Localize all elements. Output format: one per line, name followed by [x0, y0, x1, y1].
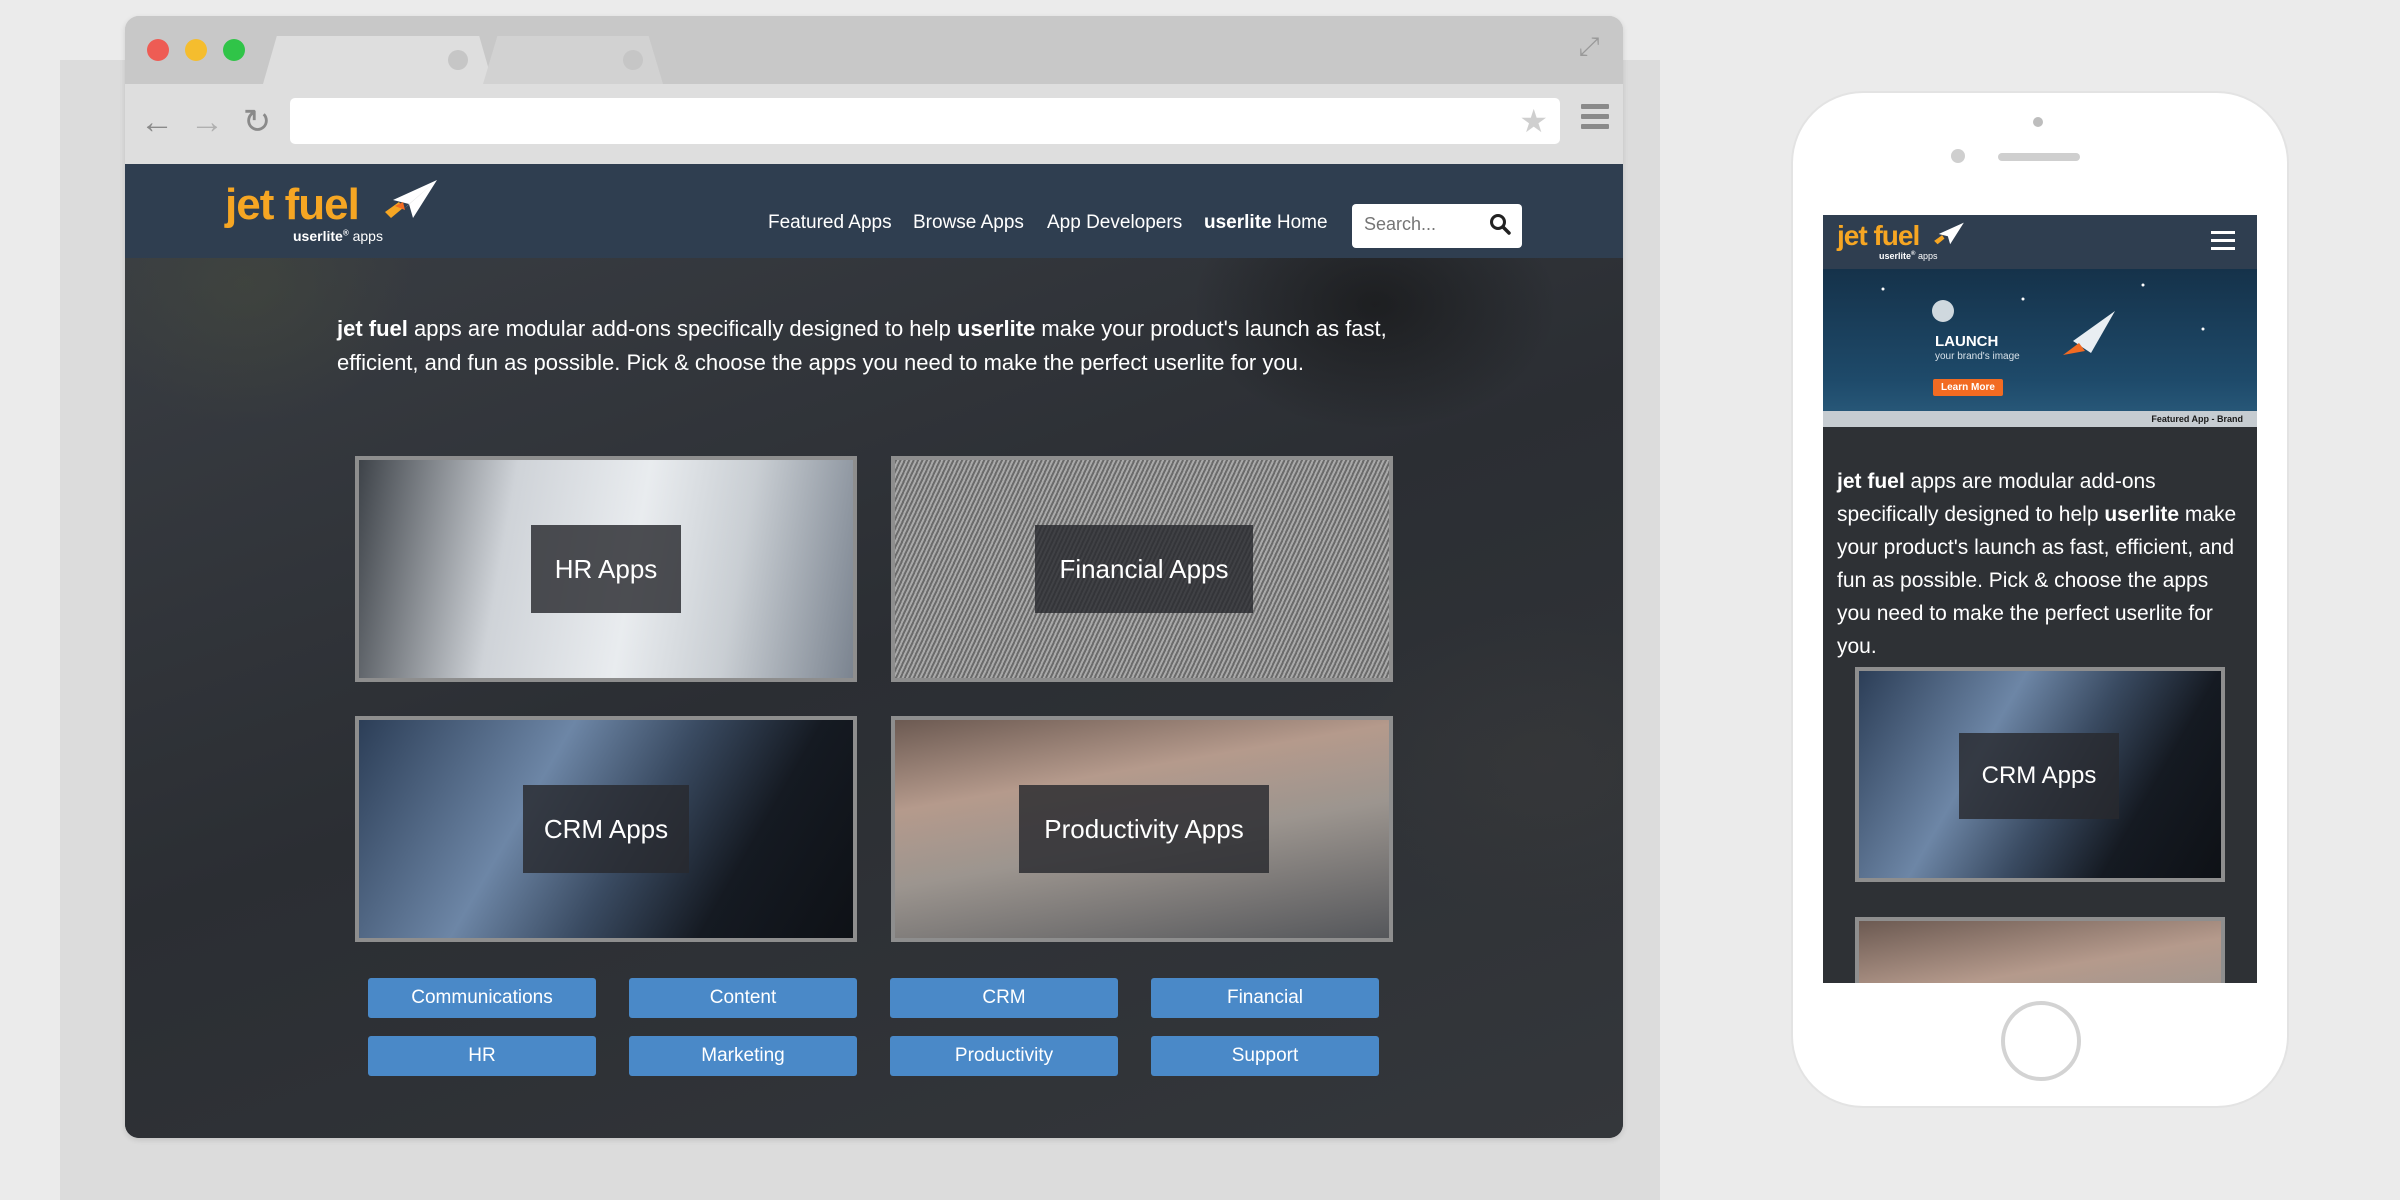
phone-screen: jet fuel userlite® apps LAUNCH your bran… — [1823, 215, 2257, 983]
productivity-apps-card[interactable]: Productivity Apps — [891, 716, 1393, 942]
financial-apps-card[interactable]: Financial Apps — [891, 456, 1393, 682]
mobile-crm-apps-card[interactable]: CRM Apps — [1855, 667, 2225, 882]
category-productivity-button[interactable]: Productivity — [890, 1036, 1118, 1076]
category-financial-button[interactable]: Financial — [1151, 978, 1379, 1018]
hr-apps-label: HR Apps — [531, 525, 681, 613]
front-sensor — [2033, 117, 2043, 127]
mobile-crm-apps-label: CRM Apps — [1959, 733, 2119, 819]
featured-app-banner[interactable]: LAUNCH your brand's image Learn More Fea… — [1823, 269, 2257, 427]
banner-artwork — [1881, 283, 2205, 355]
close-window-icon[interactable] — [147, 39, 169, 61]
home-button[interactable] — [2001, 1001, 2081, 1081]
earpiece-speaker — [1998, 153, 2080, 161]
background-image — [125, 164, 1623, 1138]
search-input[interactable] — [1364, 214, 1484, 235]
financial-apps-label: Financial Apps — [1035, 525, 1253, 613]
tab-bar: ⤢ — [125, 16, 1623, 84]
nav-featured-apps[interactable]: Featured Apps — [768, 212, 892, 234]
minimize-window-icon[interactable] — [185, 39, 207, 61]
category-support-button[interactable]: Support — [1151, 1036, 1379, 1076]
nav-userlite-home[interactable]: userlite Home — [1204, 212, 1328, 234]
banner-subtitle: your brand's image — [1935, 351, 2020, 362]
mobile-logo-text[interactable]: jet fuel — [1837, 221, 1920, 251]
reload-icon[interactable]: ↻ — [237, 102, 277, 142]
banner-title: LAUNCH — [1935, 333, 1999, 350]
mobile-header: jet fuel userlite® apps — [1823, 215, 2257, 269]
category-hr-button[interactable]: HR — [368, 1036, 596, 1076]
crm-apps-label: CRM Apps — [523, 785, 689, 873]
banner-caption: Featured App - Brand — [1823, 411, 2257, 427]
browser-tab[interactable] — [483, 36, 663, 84]
phone-device: jet fuel userlite® apps LAUNCH your bran… — [1793, 93, 2287, 1106]
category-content-button[interactable]: Content — [629, 978, 857, 1018]
hr-apps-card[interactable]: HR Apps — [355, 456, 857, 682]
crm-apps-card[interactable]: CRM Apps — [355, 716, 857, 942]
category-crm-button[interactable]: CRM — [890, 978, 1118, 1018]
intro-text: jet fuel apps are modular add-ons specif… — [337, 316, 1387, 375]
browser-tab-active[interactable] — [263, 36, 493, 84]
category-marketing-button[interactable]: Marketing — [629, 1036, 857, 1076]
browser-window: ⤢ ← → ↻ ★ jet fuel userlite® apps Featur… — [125, 16, 1623, 1138]
logo-subtext: userlite® apps — [293, 228, 383, 244]
site-header: jet fuel userlite® apps Featured Apps Br… — [125, 164, 1623, 258]
mobile-productivity-apps-card[interactable] — [1855, 917, 2225, 983]
mobile-intro-text: jet fuel apps are modular add-ons specif… — [1837, 470, 2237, 658]
mobile-logo-subtext: userlite® apps — [1879, 251, 1938, 261]
paper-plane-icon — [1934, 222, 1964, 245]
nav-app-developers[interactable]: App Developers — [1047, 212, 1182, 234]
hamburger-icon[interactable] — [2211, 231, 2235, 255]
category-communications-button[interactable]: Communications — [368, 978, 596, 1018]
back-arrow-icon[interactable]: ← — [137, 102, 177, 142]
browser-toolbar: ← → ↻ ★ — [125, 84, 1623, 164]
jet-fuel-logo[interactable]: jet fuel userlite® apps — [225, 178, 445, 248]
star-icon[interactable]: ★ — [1519, 104, 1548, 138]
learn-more-button[interactable]: Learn More — [1933, 379, 2003, 396]
expand-icon[interactable]: ⤢ — [1575, 32, 1603, 60]
maximize-window-icon[interactable] — [223, 39, 245, 61]
logo-text: jet fuel — [225, 180, 360, 229]
menu-icon[interactable] — [1581, 104, 1609, 134]
tab-close-icon[interactable] — [448, 50, 468, 70]
website-viewport: jet fuel userlite® apps Featured Apps Br… — [125, 164, 1623, 1138]
nav-browse-apps[interactable]: Browse Apps — [913, 212, 1024, 234]
address-bar[interactable]: ★ — [290, 98, 1560, 144]
productivity-apps-label: Productivity Apps — [1019, 785, 1269, 873]
paper-plane-icon — [385, 180, 437, 218]
front-camera — [1951, 149, 1965, 163]
forward-arrow-icon[interactable]: → — [187, 102, 227, 142]
search-icon[interactable] — [1488, 212, 1512, 236]
tab-close-icon[interactable] — [623, 50, 643, 70]
search-box — [1352, 204, 1522, 248]
